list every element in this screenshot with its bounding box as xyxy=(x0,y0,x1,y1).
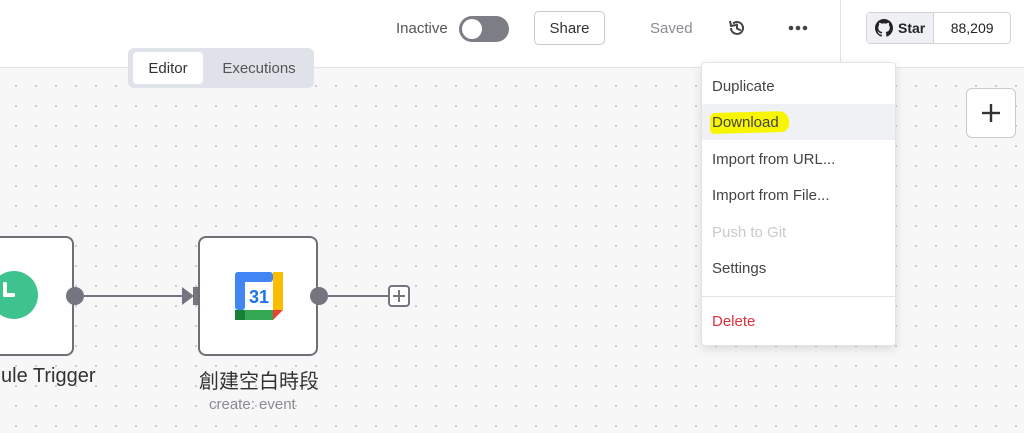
google-calendar-node[interactable]: 31 xyxy=(198,236,318,356)
connection-edge[interactable] xyxy=(84,295,184,297)
active-toggle[interactable] xyxy=(459,16,509,42)
history-icon[interactable] xyxy=(727,18,747,38)
node-output-port[interactable] xyxy=(310,287,328,305)
workflow-options-menu: Duplicate Download Import from URL... Im… xyxy=(701,62,896,346)
add-node-panel-button[interactable] xyxy=(966,88,1016,138)
github-icon xyxy=(875,19,893,37)
clock-icon xyxy=(0,271,38,319)
menu-item-import-file[interactable]: Import from File... xyxy=(702,177,895,213)
node-title: ule Trigger xyxy=(1,365,96,387)
view-tabs: Editor Executions xyxy=(128,48,314,88)
more-icon[interactable] xyxy=(785,18,811,38)
google-calendar-icon: 31 xyxy=(235,272,283,320)
calendar-day-text: 31 xyxy=(249,287,269,307)
toggle-knob xyxy=(462,19,482,39)
node-subtitle: create: event xyxy=(209,396,296,413)
menu-item-import-url[interactable]: Import from URL... xyxy=(702,141,895,177)
menu-divider xyxy=(702,296,895,297)
menu-item-download[interactable]: Download xyxy=(702,104,895,140)
github-star-button[interactable]: Star xyxy=(867,13,935,43)
highlight-mark: Download xyxy=(709,110,789,134)
tab-executions[interactable]: Executions xyxy=(208,52,310,84)
schedule-trigger-node[interactable] xyxy=(0,236,74,356)
menu-item-download-label: Download xyxy=(712,113,779,131)
output-handle-line xyxy=(328,295,388,297)
node-title: 創建空白時段 xyxy=(199,371,319,393)
plus-icon xyxy=(982,104,1000,122)
github-star-widget[interactable]: Star 88,209 xyxy=(866,12,1011,44)
saved-status: Saved xyxy=(650,20,693,37)
add-next-node-button[interactable] xyxy=(388,285,410,307)
menu-item-duplicate[interactable]: Duplicate xyxy=(702,68,895,104)
share-button[interactable]: Share xyxy=(534,11,605,45)
github-star-count[interactable]: 88,209 xyxy=(934,13,1010,43)
github-star-label: Star xyxy=(898,20,926,36)
node-output-port[interactable] xyxy=(66,287,84,305)
active-status-label: Inactive xyxy=(396,20,448,37)
plus-icon xyxy=(393,290,405,302)
menu-item-delete[interactable]: Delete xyxy=(702,303,895,339)
header-divider xyxy=(840,0,841,67)
menu-item-settings[interactable]: Settings xyxy=(702,250,895,286)
menu-item-push-to-git: Push to Git xyxy=(712,223,787,241)
tab-editor[interactable]: Editor xyxy=(133,52,203,84)
